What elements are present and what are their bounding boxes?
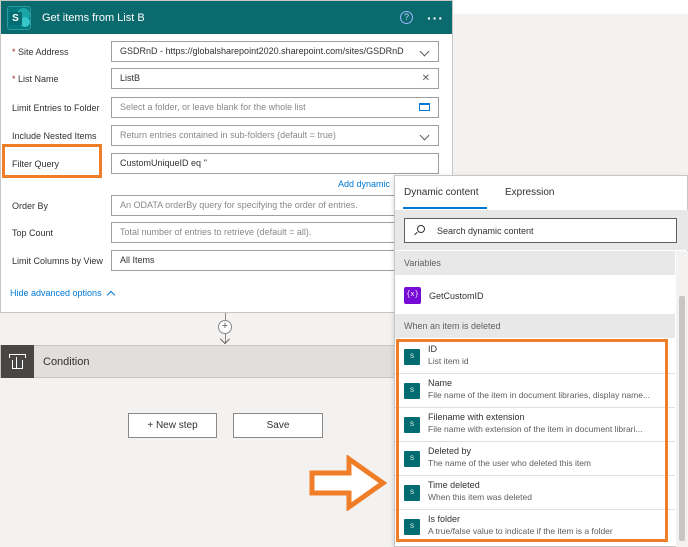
chevron-up-icon <box>106 290 115 300</box>
active-tab-indicator <box>403 207 487 209</box>
field-label: Limit Columns by View <box>12 256 103 266</box>
field-label: Include Nested Items <box>12 131 97 141</box>
chevron-down-icon[interactable] <box>419 130 430 141</box>
canvas-background <box>453 0 688 14</box>
hide-advanced-options-link[interactable]: Hide advanced options <box>10 288 115 300</box>
insert-step-icon[interactable]: + <box>218 320 232 334</box>
field-input[interactable]: An ODATA orderBy query for specifying th… <box>111 195 401 216</box>
field-row: Limit Columns by View All Items <box>1 250 453 272</box>
field-row: * List Name ListB ✕ <box>1 68 453 90</box>
arrow-down-icon <box>220 334 230 344</box>
field-label: Order By <box>12 201 49 211</box>
scrollbar-thumb[interactable] <box>679 296 685 541</box>
clear-icon[interactable]: ✕ <box>422 69 430 88</box>
add-dynamic-content-link[interactable]: Add dynamic <box>338 179 390 189</box>
field-row: * Site Address GSDRnD - https://globalsha… <box>1 41 453 63</box>
variable-name: GetCustomID <box>429 291 484 301</box>
field-input[interactable]: ListB ✕ <box>111 68 439 89</box>
orange-arrow-icon <box>309 455 388 511</box>
field-input[interactable]: Return entries contained in sub-folders … <box>111 125 439 146</box>
more-options-icon[interactable]: ··· <box>427 10 444 26</box>
variable-item[interactable]: {x} GetCustomID <box>395 280 675 313</box>
new-step-button[interactable]: + New step <box>128 413 217 438</box>
condition-card[interactable]: Condition <box>0 345 453 378</box>
field-label: * Site Address <box>12 47 69 57</box>
folder-icon[interactable] <box>419 103 430 111</box>
variable-icon: {x} <box>404 287 421 304</box>
tab-expression[interactable]: Expression <box>505 187 554 198</box>
search-placeholder: Search dynamic content <box>437 226 534 236</box>
save-button[interactable]: Save <box>233 413 323 438</box>
dynamic-items-highlight <box>396 339 668 542</box>
field-label: Limit Entries to Folder <box>12 103 100 113</box>
help-icon[interactable]: ? <box>400 11 413 24</box>
field-label: Top Count <box>12 228 54 238</box>
field-row: Limit Entries to Folder Select a folder, … <box>1 97 453 119</box>
filter-query-highlight <box>2 144 102 178</box>
field-input[interactable]: Select a folder, or leave blank for the … <box>111 97 439 118</box>
search-icon <box>417 225 425 233</box>
search-area: Search dynamic content <box>395 210 688 250</box>
condition-title: Condition <box>43 355 90 368</box>
field-input[interactable]: Total number of entries to retrieve (def… <box>111 222 401 243</box>
sharepoint-icon: S <box>7 5 31 30</box>
tab-dynamic-content[interactable]: Dynamic content <box>404 187 478 198</box>
field-input[interactable]: CustomUniqueID eq '' <box>111 153 439 174</box>
field-input[interactable]: GSDRnD - https://globalsharepoint2020.sh… <box>111 41 439 62</box>
search-input[interactable]: Search dynamic content <box>404 218 677 243</box>
panel-tabs: Dynamic content Expression <box>395 176 687 210</box>
field-row: Order By An ODATA orderBy query for speci… <box>1 195 453 217</box>
condition-icon <box>1 345 34 378</box>
section-item-deleted: When an item is deleted <box>395 314 675 338</box>
chevron-down-icon[interactable] <box>419 46 430 57</box>
card-header[interactable]: S Get items from List B ? ··· <box>1 1 452 34</box>
field-label: * List Name <box>12 74 59 84</box>
section-variables: Variables <box>395 251 675 275</box>
card-title: Get items from List B <box>42 11 145 24</box>
field-input[interactable]: All Items <box>111 250 401 271</box>
field-row: Top Count Total number of entries to retr… <box>1 222 453 244</box>
